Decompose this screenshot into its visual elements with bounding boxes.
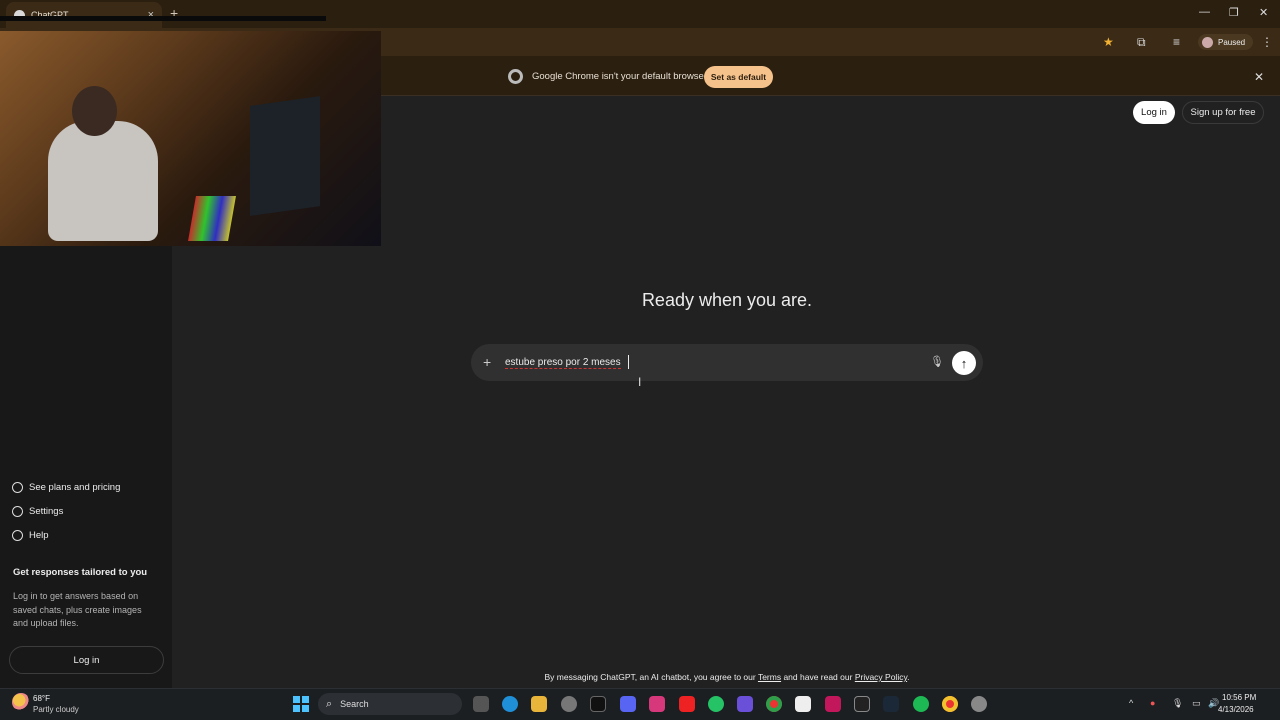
set-as-default-button[interactable]: Set as default (704, 66, 773, 88)
login-button[interactable]: Log in (1133, 101, 1175, 124)
edge-icon[interactable] (502, 696, 518, 712)
profile-status: Paused (1218, 37, 1246, 47)
file-explorer-icon[interactable] (531, 696, 547, 712)
weather-temp: 68°F (33, 694, 50, 703)
text-cursor-icon: I (638, 375, 642, 389)
spotify-icon[interactable] (913, 696, 929, 712)
search-icon: ⌕ (326, 697, 333, 710)
tray-mic-icon[interactable]: 🎙 (1172, 698, 1183, 709)
bookmark-star-icon[interactable]: ★ (1103, 35, 1114, 49)
text-caret (628, 355, 629, 369)
microphone-icon[interactable]: 🎙 (930, 355, 944, 368)
sidebar-item-label: Settings (29, 506, 64, 517)
person-shape (48, 121, 158, 241)
signup-button[interactable]: Sign up for free (1182, 101, 1264, 124)
chrome-active-icon[interactable] (942, 696, 958, 712)
sidebar-login-button[interactable]: Log in (9, 646, 164, 674)
plus-icon[interactable]: + (483, 354, 491, 370)
prompt-input[interactable]: estube preso por 2 meses (505, 357, 621, 369)
window-close-icon[interactable]: ✕ (1259, 6, 1268, 19)
sidebar-item-label: Help (29, 530, 49, 541)
reading-list-icon[interactable]: ≡ (1173, 35, 1180, 49)
footer-mid: and have read our (781, 672, 855, 682)
infobar-close-icon[interactable]: ✕ (1254, 70, 1264, 84)
tailored-description: Log in to get answers based on saved cha… (13, 591, 142, 628)
taskbar-search[interactable]: ⌕ Search (318, 693, 462, 715)
browser-tabstrip (0, 0, 1280, 28)
kebab-menu-icon[interactable]: ⋮ (1261, 35, 1273, 49)
head-shape (72, 86, 117, 136)
footer-disclaimer: By messaging ChatGPT, an AI chatbot, you… (440, 672, 1014, 682)
plans-icon (12, 482, 23, 493)
weather-desc: Partly cloudy (33, 705, 79, 714)
sidebar-item-label: See plans and pricing (29, 482, 121, 493)
discord-icon[interactable] (620, 696, 636, 712)
send-button[interactable]: ↑ (952, 351, 976, 375)
sidebar-item-help[interactable]: Help (12, 530, 49, 541)
whatsapp-icon[interactable] (708, 696, 724, 712)
chrome-icon[interactable] (766, 696, 782, 712)
footer-prefix: By messaging ChatGPT, an AI chatbot, you… (544, 672, 758, 682)
clock-date[interactable]: 4/13/2026 (1218, 705, 1254, 714)
restore-icon[interactable]: ❐ (1229, 6, 1239, 19)
chatgpt-app-icon[interactable] (561, 696, 577, 712)
chrome-logo-icon (508, 69, 523, 84)
taskbar (0, 688, 1280, 720)
webcam-overlay (0, 31, 381, 246)
help-icon (12, 530, 23, 541)
task-view-icon[interactable] (473, 696, 489, 712)
settings-gear-icon[interactable] (971, 696, 987, 712)
tray-chevron-icon[interactable]: ^ (1129, 698, 1133, 708)
apps-grid-icon[interactable] (737, 696, 753, 712)
tray-monitor-icon[interactable]: ▭ (1192, 698, 1201, 709)
adobe-icon[interactable] (825, 696, 841, 712)
windows-start-icon[interactable] (293, 696, 309, 712)
instagram-icon[interactable] (649, 696, 665, 712)
minimize-icon[interactable]: — (1199, 6, 1210, 18)
footer-suffix: . (907, 672, 910, 682)
browser-tab-chatgpt[interactable]: ChatGPT × (6, 2, 162, 28)
keyboard-shape (188, 196, 236, 241)
capcut-icon[interactable] (795, 696, 811, 712)
taskbar-search-label: Search (340, 699, 369, 709)
sidebar-item-settings[interactable]: Settings (12, 506, 63, 517)
tab-search-icon[interactable]: ⧉ (1137, 35, 1146, 50)
tiktok-icon[interactable] (590, 696, 606, 712)
terms-link[interactable]: Terms (758, 672, 781, 682)
privacy-link[interactable]: Privacy Policy (855, 672, 907, 682)
youtube-icon[interactable] (679, 696, 695, 712)
overlay-bar (0, 16, 326, 21)
tray-app-icon[interactable]: ● (1150, 698, 1155, 708)
clock-time[interactable]: 10:56 PM (1222, 693, 1256, 702)
tailored-title: Get responses tailored to you (13, 567, 148, 578)
weather-icon[interactable] (12, 693, 30, 711)
monitor-shape (250, 96, 320, 216)
gear-icon (12, 506, 23, 517)
steam-icon[interactable] (883, 696, 899, 712)
avatar (1202, 36, 1213, 48)
page-title: Ready when you are. (641, 290, 813, 310)
sidebar-item-plans[interactable]: See plans and pricing (12, 482, 120, 493)
infobar-text: Google Chrome isn't your default browser (532, 71, 708, 82)
profile-paused-button[interactable]: Paused (1198, 34, 1254, 50)
call-of-duty-icon[interactable] (854, 696, 870, 712)
